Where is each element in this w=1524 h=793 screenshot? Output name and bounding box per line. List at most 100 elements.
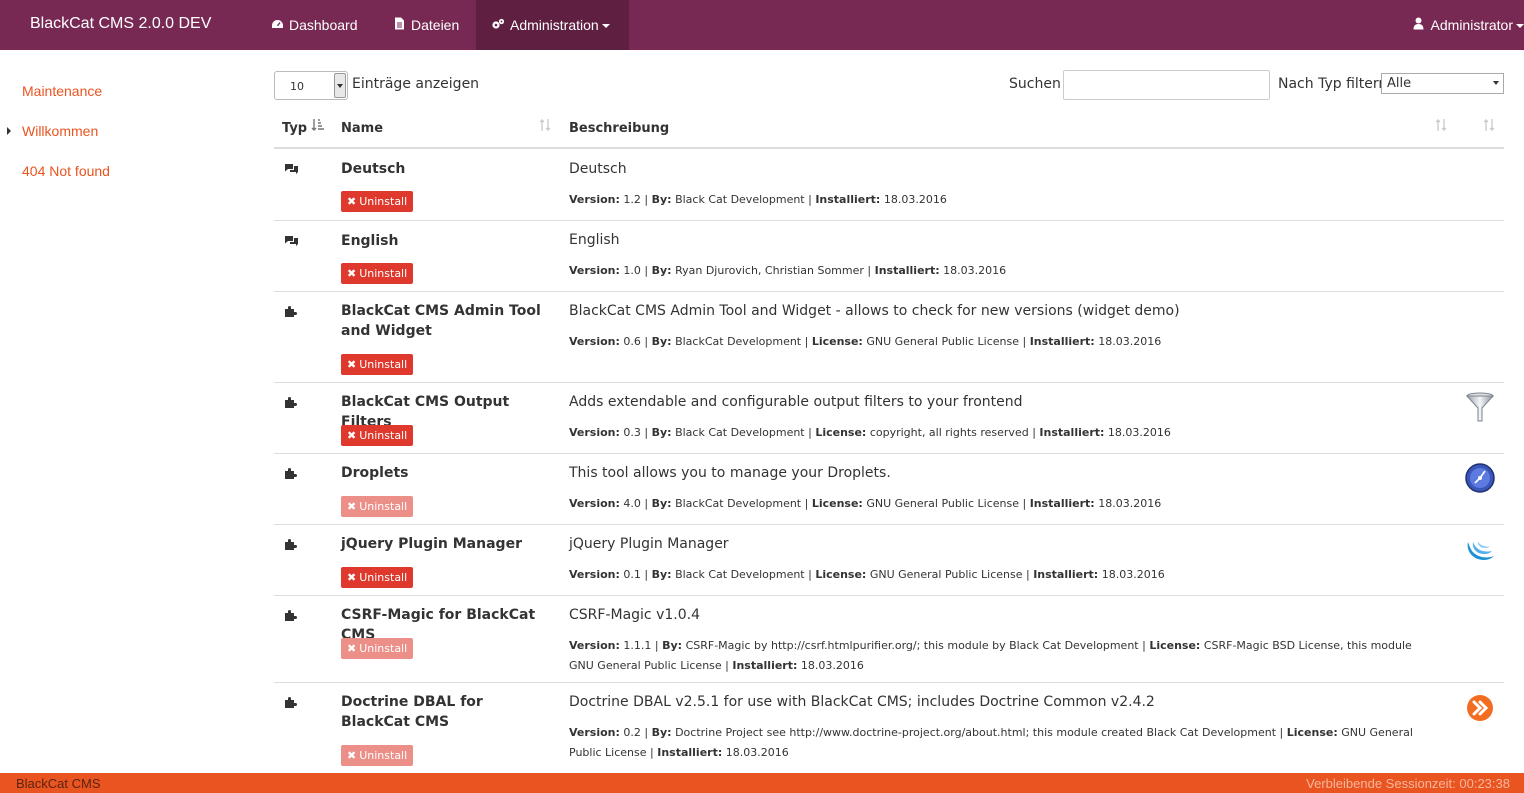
table-row: jQuery Plugin Manager ✖ Uninstall jQuery … bbox=[274, 524, 1504, 595]
type-filter-label: Nach Typ filtern bbox=[1278, 76, 1388, 92]
table-row: CSRF-Magic for BlackCat CMS ✖ Uninstall C… bbox=[274, 595, 1504, 682]
chevron-down-icon bbox=[1516, 24, 1524, 29]
funnel-icon bbox=[1464, 391, 1496, 423]
meta-license: GNU General Public License bbox=[866, 497, 1019, 510]
sidebar-item-maintenance[interactable]: Maintenance bbox=[22, 83, 102, 99]
uninstall-label: Uninstall bbox=[359, 749, 408, 762]
uninstall-label: Uninstall bbox=[359, 429, 408, 442]
close-icon: ✖ bbox=[347, 642, 357, 655]
meta-version: 0.6 bbox=[623, 335, 641, 348]
close-icon: ✖ bbox=[347, 358, 357, 371]
meta-by: Doctrine Project see http://www.doctrine… bbox=[675, 726, 1277, 739]
module-name: English bbox=[341, 233, 399, 249]
sidebar-item-willkommen[interactable]: Willkommen bbox=[22, 123, 98, 139]
module-description: This tool allows you to manage your Drop… bbox=[569, 465, 891, 481]
meta-installed: 18.03.2016 bbox=[1098, 497, 1162, 510]
nav-dashboard-label: Dashboard bbox=[289, 17, 358, 33]
meta-version: 1.1.1 bbox=[623, 639, 652, 652]
nav-administration[interactable]: Administration bbox=[476, 0, 629, 50]
session-timer: Verbleibende Sessionzeit: 00:23:38 bbox=[1306, 776, 1510, 791]
page-length-label: Einträge anzeigen bbox=[352, 76, 480, 92]
meta-by: Ryan Djurovich, Christian Sommer bbox=[675, 264, 864, 277]
table-row: Droplets ✖ Uninstall This tool allows you… bbox=[274, 453, 1504, 524]
meta-installed: 18.03.2016 bbox=[800, 659, 864, 672]
meta-installed-label: Installiert: bbox=[1029, 497, 1095, 510]
uninstall-button[interactable]: ✖ Uninstall bbox=[341, 354, 414, 375]
uninstall-button[interactable]: ✖ Uninstall bbox=[341, 638, 414, 659]
sort-icon[interactable] bbox=[538, 118, 552, 136]
caret-right-icon bbox=[7, 127, 11, 135]
search-label: Suchen bbox=[1009, 76, 1061, 92]
meta-by-label: By: bbox=[651, 193, 672, 206]
meta-license: GNU General Public License bbox=[866, 335, 1019, 348]
close-icon: ✖ bbox=[347, 500, 357, 513]
meta-by-label: By: bbox=[651, 726, 672, 739]
meta-by-label: By: bbox=[651, 264, 672, 277]
brand-link[interactable]: BlackCat CMS 2.0.0 DEV bbox=[30, 15, 211, 33]
puzzle-icon bbox=[284, 396, 298, 412]
table-row: BlackCat CMS Admin Tool and Widget ✖ Unin… bbox=[274, 291, 1504, 382]
table-row: Deutsch ✖ Uninstall Deutsch Version: 1.2 … bbox=[274, 149, 1504, 220]
nav-files-label: Dateien bbox=[411, 17, 460, 33]
meta-by: BlackCat Development bbox=[675, 335, 802, 348]
uninstall-label: Uninstall bbox=[359, 195, 408, 208]
uninstall-button[interactable]: ✖ Uninstall bbox=[341, 191, 414, 212]
meta-installed-label: Installiert: bbox=[874, 264, 940, 277]
nav-dashboard[interactable]: Dashboard bbox=[255, 0, 373, 50]
nav-files[interactable]: Dateien bbox=[377, 0, 474, 50]
puzzle-icon bbox=[284, 467, 298, 483]
meta-license-label: License: bbox=[1286, 726, 1338, 739]
meta-version: 1.2 bbox=[623, 193, 641, 206]
uninstall-button[interactable]: ✖ Uninstall bbox=[341, 496, 414, 517]
table-row: BlackCat CMS Output Filters ✖ Uninstall A… bbox=[274, 382, 1504, 453]
puzzle-icon bbox=[284, 696, 298, 712]
uninstall-label: Uninstall bbox=[359, 267, 408, 280]
chevron-down-icon bbox=[334, 73, 346, 98]
uninstall-label: Uninstall bbox=[359, 642, 408, 655]
droplets-icon bbox=[1464, 462, 1496, 494]
meta-version-label: Version: bbox=[569, 335, 620, 348]
uninstall-button[interactable]: ✖ Uninstall bbox=[341, 567, 414, 588]
meta-installed-label: Installiert: bbox=[1029, 335, 1095, 348]
meta-installed-label: Installiert: bbox=[1033, 568, 1099, 581]
module-description: Adds extendable and configurable output … bbox=[569, 394, 1023, 410]
module-name: Doctrine DBAL for BlackCat CMS bbox=[341, 694, 483, 730]
sidebar-item-404[interactable]: 404 Not found bbox=[22, 163, 110, 179]
user-icon bbox=[1412, 1, 1426, 51]
meta-version-label: Version: bbox=[569, 726, 620, 739]
meta-installed-label: Installiert: bbox=[815, 193, 881, 206]
page-length-value: 10 bbox=[290, 80, 304, 93]
sort-icon[interactable] bbox=[1434, 118, 1448, 136]
meta-by: Black Cat Development bbox=[675, 568, 805, 581]
uninstall-label: Uninstall bbox=[359, 358, 408, 371]
meta-by-label: By: bbox=[651, 426, 672, 439]
footer-brand: BlackCat CMS bbox=[16, 776, 101, 791]
module-description: CSRF-Magic v1.0.4 bbox=[569, 607, 700, 623]
meta-by-label: By: bbox=[662, 639, 683, 652]
column-header-description[interactable]: Beschreibung bbox=[569, 121, 669, 136]
search-input[interactable] bbox=[1063, 70, 1270, 100]
meta-installed-label: Installiert: bbox=[732, 659, 798, 672]
type-filter-select[interactable]: Alle bbox=[1381, 73, 1504, 94]
column-header-name[interactable]: Name bbox=[341, 121, 383, 136]
doctrine-icon bbox=[1464, 691, 1496, 723]
uninstall-button[interactable]: ✖ Uninstall bbox=[341, 745, 414, 766]
meta-version-label: Version: bbox=[569, 426, 620, 439]
meta-version-label: Version: bbox=[569, 639, 620, 652]
puzzle-icon bbox=[284, 609, 298, 625]
uninstall-button[interactable]: ✖ Uninstall bbox=[341, 425, 414, 446]
module-meta: Version: 1.1.1 | By: CSRF-Magic by http:… bbox=[569, 639, 1412, 672]
sort-asc-icon[interactable] bbox=[311, 118, 325, 136]
footer-bar: BlackCat CMS Verbleibende Sessionzeit: 0… bbox=[0, 773, 1524, 793]
chevron-down-icon bbox=[1493, 81, 1499, 85]
meta-version-label: Version: bbox=[569, 264, 620, 277]
column-header-type[interactable]: Typ bbox=[282, 121, 307, 136]
module-meta: Version: 0.6 | By: BlackCat Development … bbox=[569, 335, 1162, 348]
sort-icon[interactable] bbox=[1482, 118, 1496, 136]
page-length-select[interactable]: 10 bbox=[274, 71, 348, 100]
nav-user-menu[interactable]: Administrator bbox=[1397, 0, 1524, 50]
meta-license-label: License: bbox=[811, 335, 863, 348]
meta-by-label: By: bbox=[651, 568, 672, 581]
uninstall-button[interactable]: ✖ Uninstall bbox=[341, 263, 414, 284]
module-meta: Version: 0.3 | By: Black Cat Development… bbox=[569, 426, 1171, 439]
